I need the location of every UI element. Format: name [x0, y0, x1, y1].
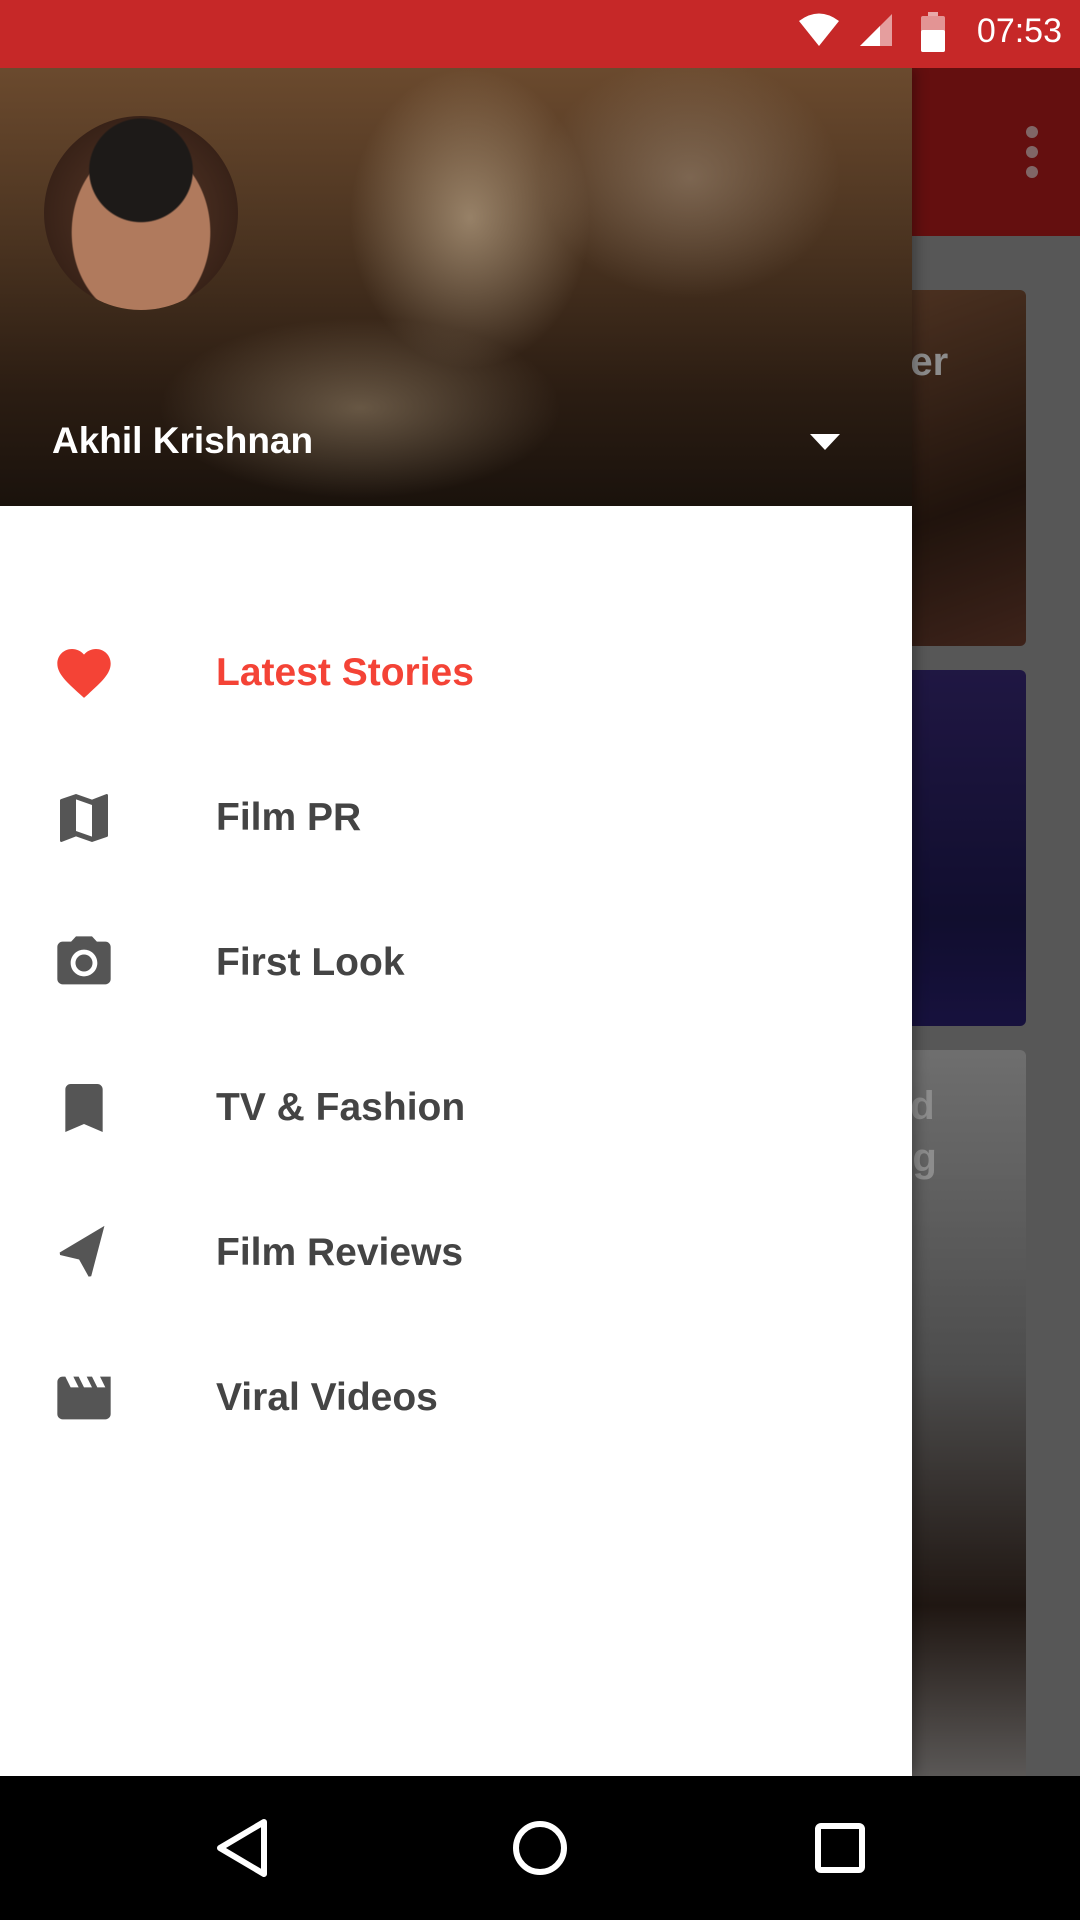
menu-item-label: Viral Videos — [216, 1375, 438, 1419]
navigation-icon — [59, 1225, 105, 1277]
system-nav-bar — [0, 1776, 1080, 1920]
wifi-icon — [799, 13, 839, 46]
menu-item-viral-videos[interactable]: Viral Videos — [0, 1325, 912, 1470]
menu-item-label: TV & Fashion — [216, 1085, 466, 1129]
status-bar: 07:53 — [0, 0, 1080, 68]
battery-icon — [921, 12, 945, 52]
dropdown-arrow-icon[interactable] — [810, 434, 840, 450]
recent-apps-icon[interactable] — [804, 1812, 876, 1884]
menu-item-label: First Look — [216, 940, 405, 984]
drawer-header: Akhil Krishnan — [0, 68, 912, 506]
menu-item-film-pr[interactable]: Film PR — [0, 745, 912, 890]
navigation-drawer: Akhil Krishnan Latest Stories Film PR Fi — [0, 68, 912, 1776]
menu-item-label: Film PR — [216, 795, 362, 839]
movie-icon — [57, 1376, 111, 1419]
signal-icon — [860, 14, 892, 46]
menu-item-label: Latest Stories — [216, 650, 474, 694]
avatar[interactable] — [44, 116, 238, 310]
bookmark-icon — [65, 1083, 103, 1132]
map-icon — [60, 793, 108, 842]
status-time: 07:53 — [976, 12, 1062, 50]
back-icon[interactable] — [206, 1812, 278, 1884]
menu-item-label: Film Reviews — [216, 1230, 464, 1274]
home-icon[interactable] — [504, 1812, 576, 1884]
menu-item-tv-fashion[interactable]: TV & Fashion — [0, 1035, 912, 1180]
menu-item-latest-stories[interactable]: Latest Stories — [0, 600, 912, 745]
drawer-menu: Latest Stories Film PR First Look TV & F… — [0, 600, 912, 1470]
menu-item-first-look[interactable]: First Look — [0, 890, 912, 1035]
heart-icon — [57, 648, 111, 698]
camera-icon — [57, 935, 111, 984]
menu-item-film-reviews[interactable]: Film Reviews — [0, 1180, 912, 1325]
account-name: Akhil Krishnan — [52, 420, 314, 461]
